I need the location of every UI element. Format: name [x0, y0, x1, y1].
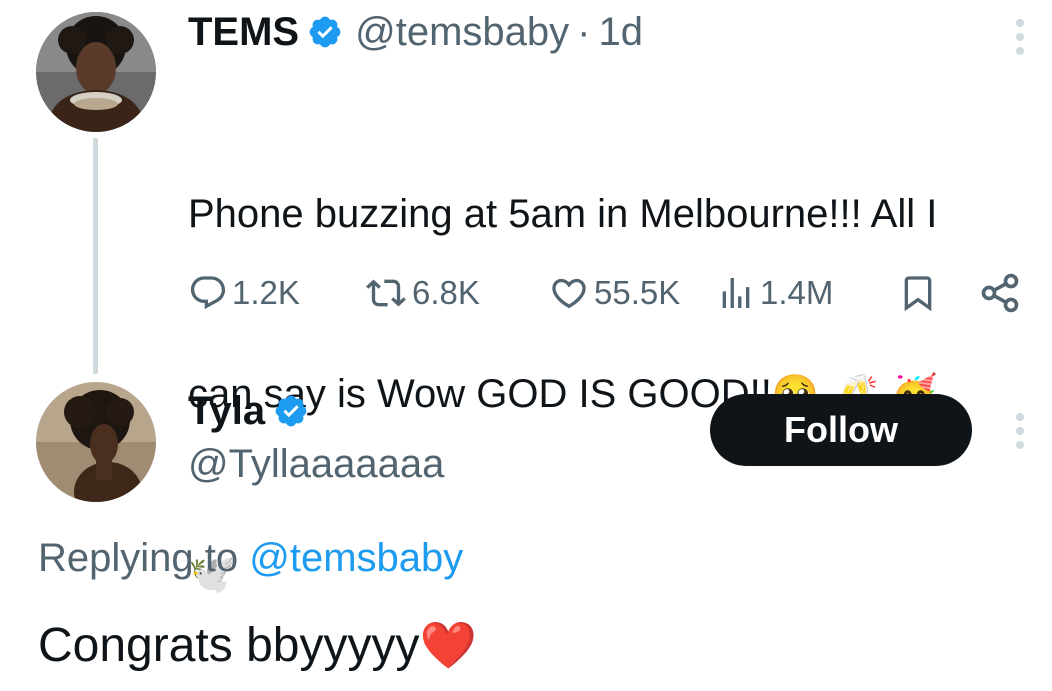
verified-badge-icon: [307, 14, 343, 50]
avatar-tyla-image: [36, 382, 156, 502]
thread-connector-line: [93, 138, 98, 374]
tems-header-row: TEMS @temsbaby · 1d: [188, 6, 643, 58]
tems-avatar[interactable]: [36, 12, 156, 132]
separator-dot: ·: [577, 9, 591, 54]
red-heart-emoji: ❤️: [419, 618, 477, 672]
heart-icon: [552, 278, 586, 309]
repost-count: 6.8K: [412, 274, 480, 311]
tyla-display-name[interactable]: Tyla: [188, 389, 265, 434]
like-button[interactable]: 55.5K: [548, 270, 680, 316]
tyla-header-row: Tyla: [188, 386, 321, 436]
tyla-avatar[interactable]: [36, 382, 156, 502]
tyla-handle[interactable]: @Tyllaaaaaaa: [188, 442, 444, 487]
bookmark-button[interactable]: [898, 270, 942, 316]
tems-handle[interactable]: @temsbaby: [355, 10, 569, 55]
reply-icon: [190, 276, 226, 310]
repost-icon: [366, 279, 406, 307]
replying-to-row: Replying to @temsbaby: [38, 536, 463, 581]
share-button[interactable]: [978, 270, 1026, 316]
view-count: 1.4M: [760, 274, 834, 311]
reply-text-content: Congrats bbyyyyy: [38, 619, 420, 672]
replying-to-handle-link[interactable]: @temsbaby: [249, 536, 463, 580]
avatar-tems-image: [36, 12, 156, 132]
views-button[interactable]: 1.4M: [716, 270, 833, 316]
follow-button[interactable]: Follow: [710, 394, 972, 466]
repost-button[interactable]: 6.8K: [364, 270, 480, 316]
reply-count: 1.2K: [232, 274, 300, 311]
share-icon: [981, 273, 1019, 313]
views-chart-icon: [722, 278, 750, 308]
bookmark-icon: [904, 276, 932, 312]
verified-badge-icon: [273, 393, 309, 429]
more-vertical-icon[interactable]: [1005, 406, 1035, 456]
reply-tweet-text: Congrats bbyyyyy❤️: [38, 618, 477, 673]
tweet-text-line-1: Phone buzzing at 5am in Melbourne!!! All…: [188, 192, 938, 236]
tems-display-name[interactable]: TEMS: [188, 10, 299, 55]
more-vertical-icon[interactable]: [1005, 12, 1035, 62]
tweet-timestamp[interactable]: 1d: [598, 10, 643, 55]
reply-button[interactable]: 1.2K: [188, 270, 300, 316]
replying-to-label: Replying to: [38, 536, 250, 580]
like-count: 55.5K: [594, 274, 681, 311]
